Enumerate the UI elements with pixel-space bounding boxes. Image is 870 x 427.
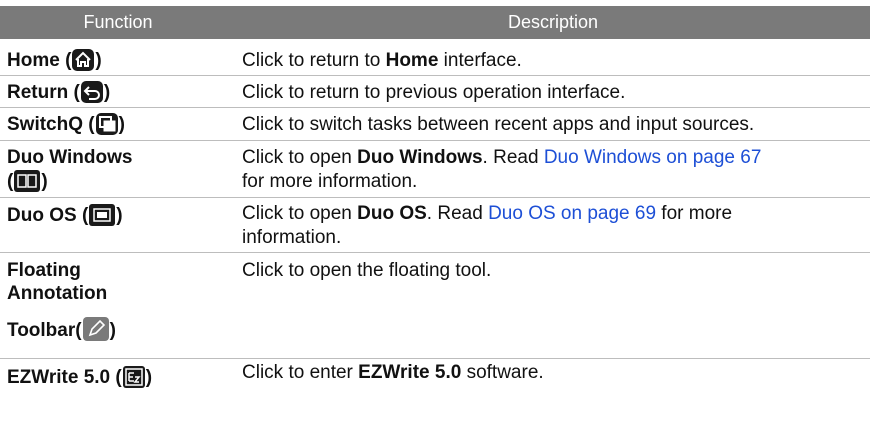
description-cell: Click to enter EZWrite 5.0 software. [242, 362, 544, 383]
functions-table: Function Description Home () Click to re… [0, 6, 870, 388]
table-header: Function Description [0, 6, 870, 39]
switchq-icon [95, 113, 118, 135]
table-row: EZWrite 5.0 () Click to enter EZWrite 5.… [0, 359, 870, 395]
function-cell: Return () [7, 81, 111, 103]
table-row: Duo OS () Click to open Duo OS. Read Duo… [0, 198, 870, 253]
table-row: Return () Click to return to previous op… [0, 76, 870, 108]
description-cell: Click to open the floating tool. [242, 260, 492, 281]
function-cell: Duo Windows () [7, 147, 133, 192]
link-duo-os[interactable]: Duo OS on page 69 [488, 203, 656, 224]
header-function: Function [83, 12, 153, 32]
table-row: Floating Annotation Toolbar() Click to o… [0, 253, 870, 359]
function-cell: SwitchQ () [7, 113, 125, 135]
function-cell: Home () [7, 49, 102, 71]
description-cell: Click to return to previous operation in… [242, 82, 626, 103]
function-cell: Duo OS () [7, 204, 123, 226]
duo-os-icon [89, 204, 116, 226]
function-cell: EZWrite 5.0 () [7, 366, 153, 388]
header-description: Description [507, 12, 599, 32]
description-cell: Click to open Duo Windows. Read Duo Wind… [242, 147, 762, 192]
description-cell: Click to open Duo OS. Read Duo OS on pag… [242, 203, 733, 248]
pen-icon [82, 317, 109, 341]
duo-windows-icon [14, 170, 41, 192]
table-row: Home () Click to return to Home interfac… [0, 44, 870, 76]
link-duo-windows[interactable]: Duo Windows on page 67 [544, 147, 762, 168]
home-icon [72, 49, 95, 71]
table-row: SwitchQ () Click to switch tasks between… [0, 108, 870, 141]
table-row: Duo Windows () Click to open Duo Windows… [0, 141, 870, 198]
return-icon [80, 81, 103, 103]
ezwrite-icon [122, 366, 145, 388]
function-cell: Floating Annotation Toolbar() [7, 260, 116, 341]
description-cell: Click to switch tasks between recent app… [242, 114, 755, 135]
description-cell: Click to return to Home interface. [242, 50, 522, 71]
